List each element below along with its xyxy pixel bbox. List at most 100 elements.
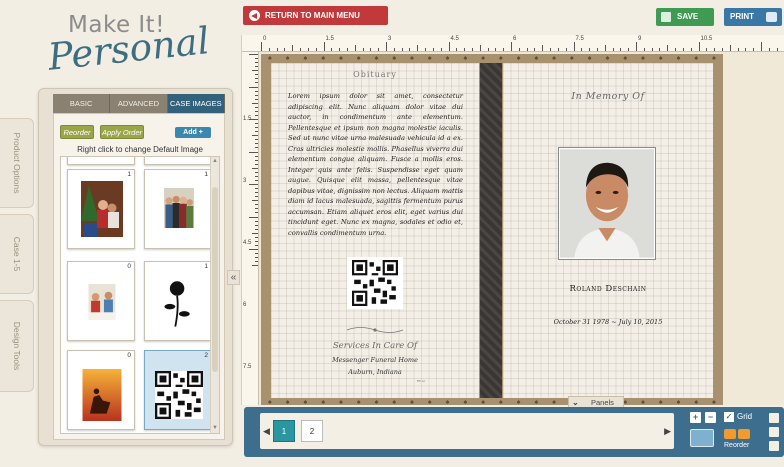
ornament-icon: ♠: [694, 55, 699, 62]
ruler-tick: [354, 45, 356, 51]
page-thumb-2[interactable]: 2: [301, 420, 323, 442]
ruler-tick: [534, 48, 536, 51]
side-tab-product-options[interactable]: Product Options: [0, 118, 34, 208]
ruler-label: 10.5: [700, 36, 713, 42]
obituary-text[interactable]: Lorem ipsum dolor sit amet, consectetur …: [288, 91, 463, 238]
ornament-icon: ♠: [641, 399, 645, 406]
ruler-tick: [252, 200, 258, 202]
zoom-out-button[interactable]: −: [705, 412, 716, 423]
ruler-tick: [331, 48, 333, 51]
ruler-tick: [255, 94, 258, 96]
ruler-tick: [249, 151, 258, 153]
ruler-tick: [362, 48, 364, 51]
tab-case-images[interactable]: CASE IMAGES: [167, 94, 225, 113]
image-tile[interactable]: 0: [67, 350, 135, 430]
add-image-button[interactable]: Add +: [175, 127, 211, 138]
image-tile[interactable]: 1: [144, 261, 212, 341]
printer-logo-icon: ▪▪▪ ▭: [417, 379, 426, 383]
reorder-pages-icon[interactable]: [724, 429, 736, 439]
ruler-tick: [659, 48, 661, 51]
ornament-icon: ♠: [463, 55, 468, 62]
image-tile[interactable]: 1: [67, 169, 135, 249]
image-tile-partial[interactable]: [144, 157, 212, 165]
ornament-icon: ♠: [605, 55, 610, 62]
side-control[interactable]: [769, 441, 779, 451]
family-group-photo-icon: [164, 188, 194, 228]
ruler-tick: [464, 48, 466, 51]
image-tile-partial[interactable]: [67, 157, 135, 165]
ruler-tick: [714, 48, 716, 51]
reorder-pages-icon[interactable]: [738, 429, 750, 439]
ruler-tick: [276, 48, 278, 51]
page-memorial[interactable]: In Memory Of Roland Deschain October 31 …: [503, 63, 713, 398]
ornament-icon: ♠: [712, 55, 716, 62]
ruler-tick: [378, 48, 380, 51]
ruler-tick: [255, 228, 258, 230]
tile-usage-count: 1: [204, 263, 208, 270]
grid-checkbox[interactable]: ✓: [724, 412, 734, 422]
print-button[interactable]: PRINT: [724, 8, 782, 26]
ornament-icon: ♠: [658, 399, 663, 406]
qr-code[interactable]: [347, 257, 403, 309]
side-control[interactable]: [769, 427, 779, 437]
ruler-tick: [542, 45, 544, 51]
image-tile[interactable]: 0: [67, 261, 135, 341]
ornament-icon: ♠: [498, 399, 503, 406]
ruler-tick: [249, 249, 258, 250]
ruler-label: 1.5: [325, 36, 334, 42]
save-button[interactable]: SAVE: [656, 8, 714, 26]
ornament-icon: ♠: [676, 55, 681, 62]
ornament-icon: ♠: [658, 55, 663, 62]
ruler-tick: [573, 42, 575, 51]
tile-usage-count: 0: [127, 352, 131, 359]
ruler-tick: [768, 48, 770, 51]
ruler-tick: [255, 127, 258, 129]
grid-label: Grid: [737, 412, 753, 421]
ruler-tick: [252, 70, 258, 72]
ruler-tick: [526, 48, 528, 51]
side-tab-case[interactable]: Case 1-5: [0, 214, 34, 294]
obituary-title[interactable]: Obituary: [271, 70, 479, 79]
reorder-button[interactable]: Reorder: [60, 125, 94, 139]
ornament-icon: ♠: [392, 399, 397, 406]
services-title[interactable]: Services In Care Of: [271, 341, 479, 351]
funeral-home-name[interactable]: Messenger Funeral Home: [271, 356, 479, 364]
page-obituary[interactable]: Obituary Lorem ipsum dolor sit amet, con…: [271, 63, 479, 398]
reorder-pages-label[interactable]: Reorder: [724, 442, 749, 449]
zoom-in-button[interactable]: +: [690, 412, 701, 423]
apply-order-button[interactable]: Apply Order: [100, 125, 144, 139]
zoom-preview-icon[interactable]: [690, 429, 714, 447]
ornament-icon: ♠: [498, 55, 503, 62]
deceased-name[interactable]: Roland Deschain: [503, 284, 713, 294]
tab-basic[interactable]: BASIC: [53, 94, 111, 113]
portrait-photo[interactable]: [558, 147, 656, 260]
case-images-pane: Reorder Apply Order Add + Right click to…: [53, 113, 225, 440]
image-tile[interactable]: 1: [144, 169, 212, 249]
image-gallery: 1 1 0 1 0 2 ▲ ▼: [60, 156, 220, 434]
side-control[interactable]: [769, 413, 779, 423]
image-tile-selected[interactable]: 2: [144, 350, 212, 430]
tab-advanced[interactable]: ADVANCED: [110, 94, 168, 113]
ruler-tick: [339, 48, 341, 51]
funeral-home-city[interactable]: Auburn, Indiana: [271, 368, 479, 376]
scrollbar-thumb[interactable]: [212, 187, 218, 372]
scroll-up-icon[interactable]: ▲: [211, 157, 219, 166]
scroll-down-icon[interactable]: ▼: [211, 424, 219, 433]
ornament-icon: ♠: [321, 399, 326, 406]
prev-page-icon[interactable]: ◀: [263, 426, 270, 437]
ruler-tick: [255, 261, 258, 263]
in-memory-header[interactable]: In Memory Of: [503, 91, 713, 102]
ornament-icon: ♠: [481, 55, 485, 62]
life-dates[interactable]: October 31 1978 ~ July 10, 2015: [503, 318, 713, 326]
ornament-icon: ♠: [339, 399, 343, 406]
ruler-tick: [255, 208, 258, 210]
ornament-icon: ♠: [285, 55, 290, 62]
side-tab-design-tools[interactable]: Design Tools: [0, 300, 34, 392]
page-thumb-1[interactable]: 1: [273, 420, 295, 442]
next-page-icon[interactable]: ▶: [664, 426, 671, 437]
gallery-scrollbar[interactable]: ▲ ▼: [210, 157, 219, 433]
ornament-icon: ♠: [623, 55, 628, 62]
ruler-tick: [620, 48, 622, 51]
return-to-main-menu-button[interactable]: RETURN TO MAIN MENU: [243, 6, 388, 25]
collapse-panel-icon[interactable]: «: [227, 270, 240, 285]
